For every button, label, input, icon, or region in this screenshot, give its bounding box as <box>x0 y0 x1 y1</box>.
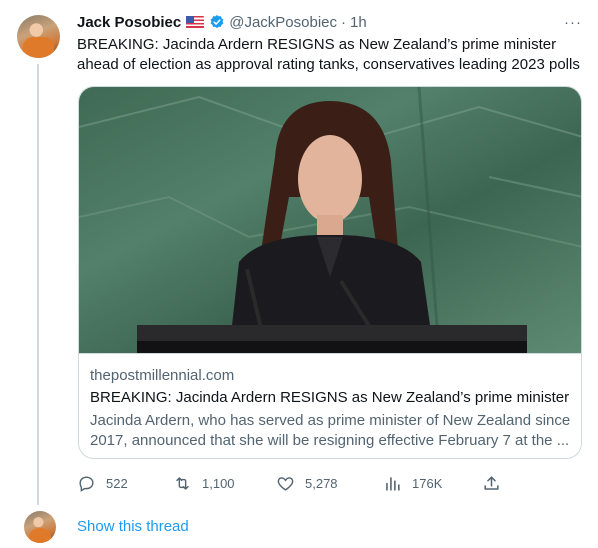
like-button[interactable]: 5,278 <box>276 474 338 493</box>
tweet-text: BREAKING: Jacinda Ardern RESIGNS as New … <box>77 36 580 73</box>
views-button[interactable]: 176K <box>383 474 442 493</box>
us-flag-icon <box>186 16 205 28</box>
card-domain: thepostmillennial.com <box>90 367 235 384</box>
card-description: Jacinda Ardern, who has served as prime … <box>90 412 571 449</box>
author-handle[interactable]: @JackPosobiec <box>229 14 337 31</box>
like-count: 5,278 <box>305 476 338 491</box>
share-icon <box>484 476 499 490</box>
share-button[interactable] <box>482 474 511 493</box>
author-name[interactable]: Jack Posobiec <box>77 14 181 31</box>
thread-connector-line <box>37 64 39 505</box>
reply-count: 522 <box>106 476 128 491</box>
thread-avatar[interactable] <box>24 511 56 543</box>
retweet-button[interactable]: 1,100 <box>173 474 235 493</box>
card-text-area[interactable]: thepostmillennial.com BREAKING: Jacinda … <box>79 353 581 458</box>
card-image <box>79 87 581 353</box>
more-options-icon[interactable]: ··· <box>564 14 582 31</box>
verified-badge-icon <box>210 15 224 29</box>
author-avatar[interactable] <box>17 15 60 58</box>
reply-button[interactable]: 522 <box>77 474 128 493</box>
views-count: 176K <box>412 476 443 491</box>
retweet-count: 1,100 <box>202 476 235 491</box>
views-chart-icon <box>386 477 400 491</box>
separator-dot: · <box>341 13 347 31</box>
show-thread-link[interactable]: Show this thread <box>77 518 189 535</box>
tweet-actions-bar: 522 1,100 5,278 176K <box>77 474 507 494</box>
tweet-header: Jack Posobiec @JackPosobiec · 1h <box>77 12 367 32</box>
retweet-icon <box>176 477 189 490</box>
link-preview-card[interactable]: thepostmillennial.com BREAKING: Jacinda … <box>78 86 582 459</box>
card-title: BREAKING: Jacinda Ardern RESIGNS as New … <box>90 389 570 406</box>
tweet-timestamp[interactable]: 1h <box>350 14 367 31</box>
heart-icon <box>277 477 294 491</box>
reply-icon <box>79 476 94 492</box>
